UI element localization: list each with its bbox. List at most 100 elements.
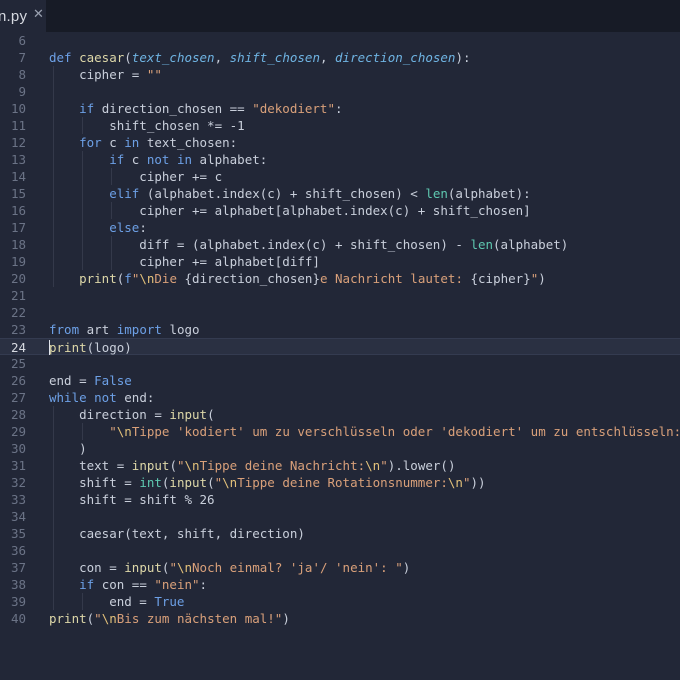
tab-main-py[interactable]: n.py ✕: [0, 0, 46, 32]
code-text[interactable]: "\nTippe 'kodiert' um zu verschlüsseln o…: [49, 423, 680, 440]
code-token: ": [214, 475, 223, 490]
code-token: shift_chosen *= -1: [49, 118, 245, 133]
code-line[interactable]: 37 con = input("\nNoch einmal? 'ja'/ 'ne…: [0, 559, 680, 576]
text-cursor: [49, 340, 50, 355]
code-text[interactable]: else:: [49, 219, 147, 236]
code-token: print: [79, 271, 117, 286]
code-editor[interactable]: 6 7 def caesar(text_chosen, shift_chosen, …: [0, 32, 680, 680]
code-line[interactable]: 31 text = input("\nTippe deine Nachricht…: [0, 457, 680, 474]
code-text[interactable]: if c not in alphabet:: [49, 151, 267, 168]
code-line[interactable]: 19 cipher += alphabet[diff]: [0, 253, 680, 270]
code-line[interactable]: 20 print(f"\nDie {direction_chosen}e Nac…: [0, 270, 680, 287]
line-number: 10: [10, 101, 26, 116]
code-token: \n: [176, 560, 193, 575]
code-line[interactable]: 18 diff = (alphabet.index(c) + shift_cho…: [0, 236, 680, 253]
code-line[interactable]: 27 while not end:: [0, 389, 680, 406]
code-text[interactable]: from art import logo: [49, 321, 200, 338]
code-line[interactable]: 16 cipher += alphabet[alphabet.index(c) …: [0, 202, 680, 219]
code-text[interactable]: elif (alphabet.index(c) + shift_chosen) …: [49, 185, 530, 202]
code-text[interactable]: print(logo): [49, 339, 132, 356]
code-line[interactable]: 35 caesar(text, shift, direction): [0, 525, 680, 542]
code-line[interactable]: 11 shift_chosen *= -1: [0, 117, 680, 134]
tab-bar: n.py ✕: [0, 0, 680, 32]
code-line[interactable]: 34: [0, 508, 680, 525]
code-line[interactable]: 21: [0, 287, 680, 304]
code-line[interactable]: 10 if direction_chosen == "dekodiert":: [0, 100, 680, 117]
tab-label[interactable]: n.py: [0, 8, 27, 25]
code-token: direction_chosen: [335, 50, 456, 65]
code-text[interactable]: if direction_chosen == "dekodiert":: [49, 100, 343, 117]
code-text[interactable]: end = True: [49, 593, 184, 610]
code-text[interactable]: shift_chosen *= -1: [49, 117, 245, 134]
code-line[interactable]: 32 shift = int(input("\nTippe deine Rota…: [0, 474, 680, 491]
code-token: con ==: [101, 577, 155, 592]
line-number: 31: [10, 458, 26, 473]
code-line[interactable]: 22: [0, 304, 680, 321]
code-text[interactable]: for c in text_chosen:: [49, 134, 237, 151]
code-token: while not: [49, 390, 125, 405]
close-icon[interactable]: ✕: [33, 8, 45, 22]
code-text[interactable]: cipher += c: [49, 168, 222, 185]
code-text[interactable]: cipher = "": [49, 66, 162, 83]
code-text[interactable]: text = input("\nTippe deine Nachricht:\n…: [49, 457, 455, 474]
code-token: ): [49, 441, 87, 456]
code-text[interactable]: diff = (alphabet.index(c) + shift_chosen…: [49, 236, 568, 253]
code-token: end =: [49, 373, 95, 388]
code-line[interactable]: 13 if c not in alphabet:: [0, 151, 680, 168]
code-token: ):: [455, 50, 471, 65]
code-line[interactable]: 25: [0, 355, 680, 372]
code-line[interactable]: 36: [0, 542, 680, 559]
code-line[interactable]: 24 print(logo): [0, 338, 680, 355]
code-line[interactable]: 14 cipher += c: [0, 168, 680, 185]
code-line[interactable]: 30 ): [0, 440, 680, 457]
code-text[interactable]: shift = shift % 26: [49, 491, 214, 508]
code-text[interactable]: cipher += alphabet[alphabet.index(c) + s…: [49, 202, 531, 219]
code-text[interactable]: con = input("\nNoch einmal? 'ja'/ 'nein'…: [49, 559, 410, 576]
code-line[interactable]: 26 end = False: [0, 372, 680, 389]
code-line[interactable]: 29 "\nTippe 'kodiert' um zu verschlüssel…: [0, 423, 680, 440]
code-token: (: [207, 407, 215, 422]
code-text[interactable]: shift = int(input("\nTippe deine Rotatio…: [49, 474, 485, 491]
code-text[interactable]: def caesar(text_chosen, shift_chosen, di…: [49, 49, 471, 66]
code-token: (: [124, 50, 132, 65]
code-line[interactable]: 7 def caesar(text_chosen, shift_chosen, d…: [0, 49, 680, 66]
code-line[interactable]: 33 shift = shift % 26: [0, 491, 680, 508]
code-text[interactable]: print("\nBis zum nächsten mal!"): [49, 610, 290, 627]
code-line[interactable]: 8 cipher = "": [0, 66, 680, 83]
line-number: 37: [10, 560, 26, 575]
code-line[interactable]: 39 end = True: [0, 593, 680, 610]
line-number: 8: [18, 67, 26, 82]
code-token: ": [109, 424, 117, 439]
code-line[interactable]: 38 if con == "nein":: [0, 576, 680, 593]
code-line[interactable]: 6: [0, 32, 680, 49]
code-line[interactable]: 12 for c in text_chosen:: [0, 134, 680, 151]
code-line[interactable]: 15 elif (alphabet.index(c) + shift_chose…: [0, 185, 680, 202]
code-token: cipher =: [49, 67, 147, 82]
code-line[interactable]: 9: [0, 83, 680, 100]
code-text[interactable]: cipher += alphabet[diff]: [49, 253, 320, 270]
code-token: input: [131, 458, 170, 473]
code-token: text_chosen:: [146, 135, 238, 150]
line-number: 9: [18, 84, 26, 99]
code-text[interactable]: direction = input(: [49, 406, 215, 423]
code-token: cipher += alphabet[alphabet.index(c) + s…: [49, 203, 531, 218]
code-text[interactable]: while not end:: [49, 389, 154, 406]
code-text[interactable]: caesar(text, shift, direction): [49, 525, 305, 542]
code-line[interactable]: 17 else:: [0, 219, 680, 236]
line-number: 21: [10, 288, 26, 303]
code-text[interactable]: if con == "nein":: [49, 576, 207, 593]
code-line[interactable]: 40 print("\nBis zum nächsten mal!"): [0, 610, 680, 627]
code-token: :: [139, 220, 147, 235]
code-text[interactable]: ): [49, 440, 87, 457]
code-token: :: [335, 101, 343, 116]
code-text[interactable]: end = False: [49, 372, 132, 389]
code-token: \n: [365, 458, 381, 473]
code-line[interactable]: 23 from art import logo: [0, 321, 680, 338]
code-line[interactable]: 28 direction = input(: [0, 406, 680, 423]
code-text[interactable]: print(f"\nDie {direction_chosen}e Nachri…: [49, 270, 546, 287]
